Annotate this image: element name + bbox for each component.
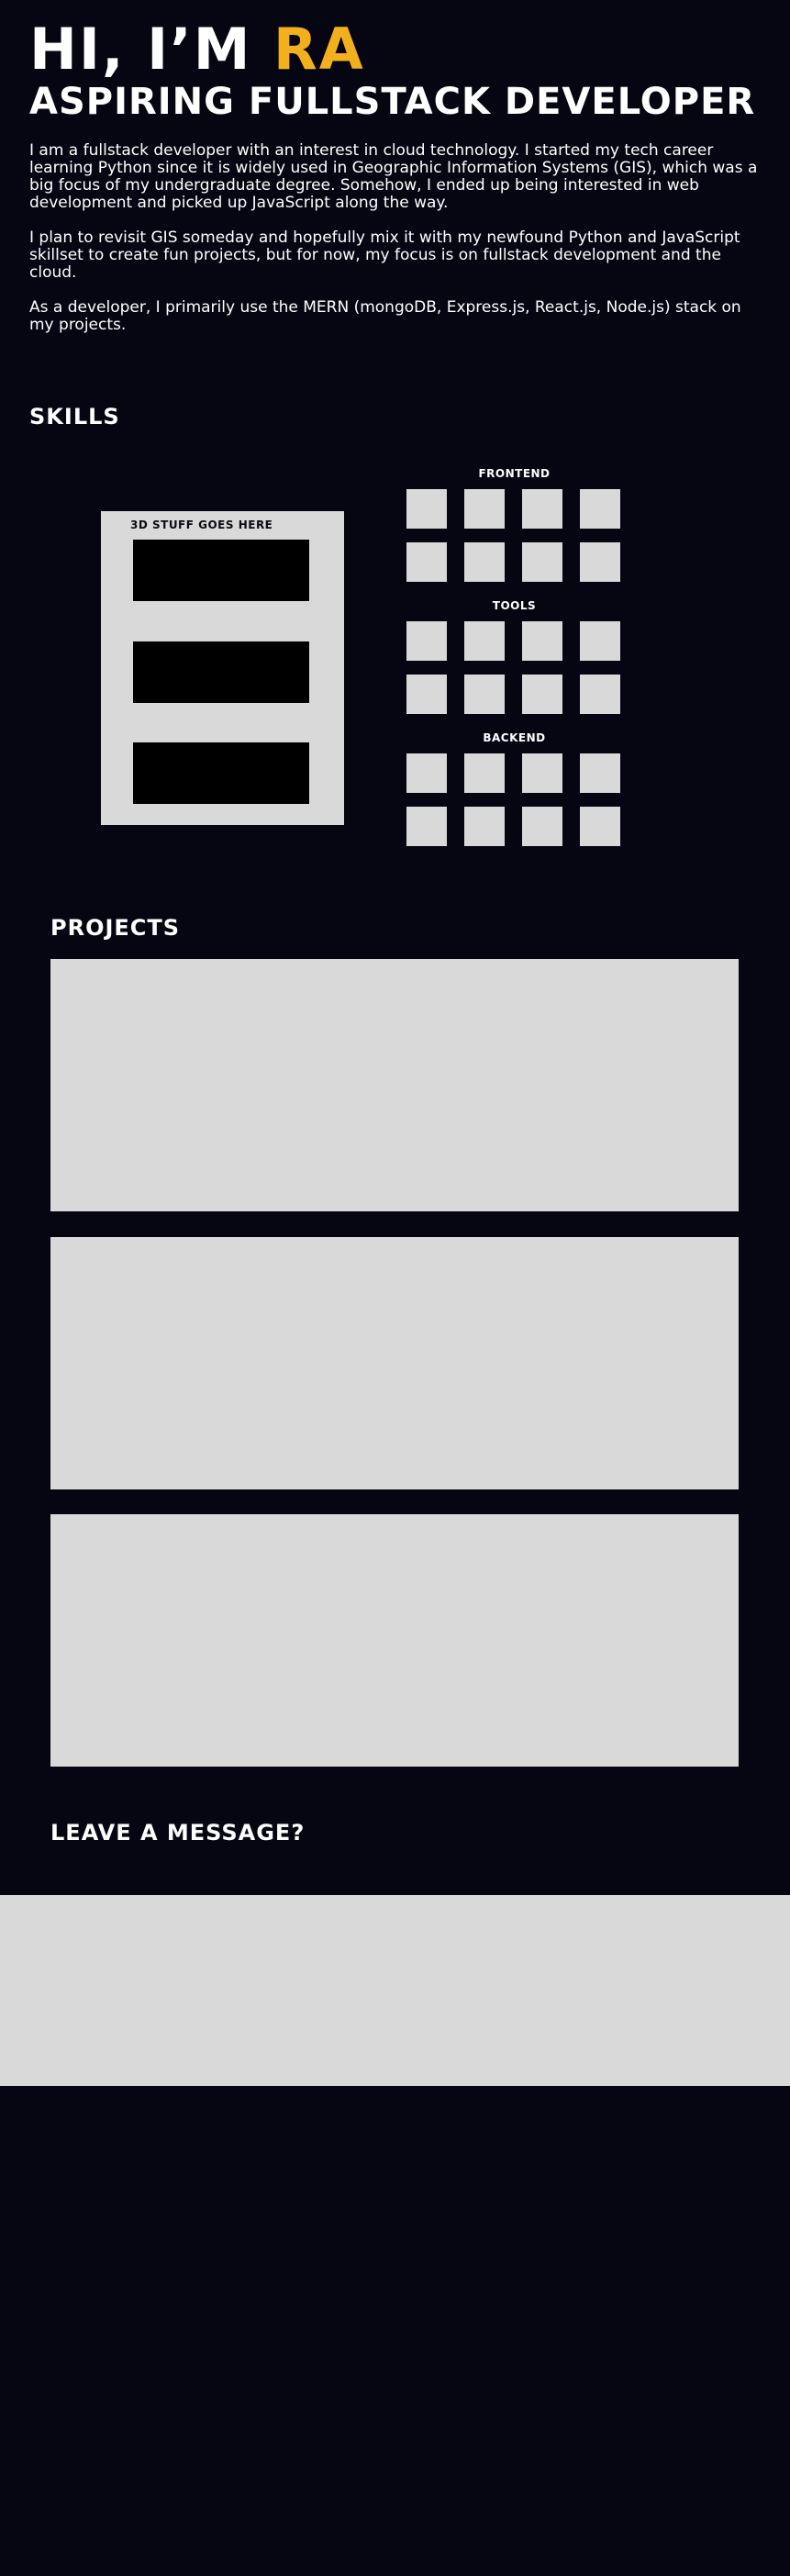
skill-icon-tile xyxy=(406,807,447,846)
skill-icon-tile xyxy=(464,807,505,846)
skill-icon-tile xyxy=(522,621,562,661)
skill-icon-tile xyxy=(522,807,562,846)
skill-icon-tile xyxy=(464,542,505,582)
3d-placeholder-block xyxy=(133,641,309,703)
skill-grid-backend xyxy=(406,753,622,846)
skill-icon-tile xyxy=(522,753,562,793)
about-paragraph-1: I am a fullstack developer with an inter… xyxy=(29,141,758,212)
hero-title: HI, I’M RA xyxy=(29,18,763,81)
message-title: LEAVE A MESSAGE? xyxy=(50,1820,306,1846)
skill-icon-tile xyxy=(522,489,562,529)
skill-icon-tile xyxy=(464,753,505,793)
hero-subtitle: ASPIRING FULLSTACK DEVELOPER xyxy=(29,81,756,123)
project-card[interactable] xyxy=(50,1514,739,1767)
skill-icon-tile xyxy=(580,807,620,846)
hero-section: HI, I’M RA ASPIRING FULLSTACK DEVELOPER xyxy=(29,18,763,124)
skill-icon-tile xyxy=(464,621,505,661)
skill-icon-tile xyxy=(580,542,620,582)
project-card[interactable] xyxy=(50,959,739,1211)
about-section: I am a fullstack developer with an inter… xyxy=(29,142,763,351)
skill-icon-tile xyxy=(406,621,447,661)
3d-placeholder-panel: 3D STUFF GOES HERE xyxy=(101,511,344,825)
skill-icon-tile xyxy=(580,753,620,793)
projects-title: PROJECTS xyxy=(50,915,181,941)
skill-icon-tile xyxy=(522,675,562,714)
skill-group-label-backend: BACKEND xyxy=(483,731,546,744)
skill-icon-tile xyxy=(464,675,505,714)
skill-icon-tile xyxy=(406,675,447,714)
3d-placeholder-label: 3D STUFF GOES HERE xyxy=(130,519,273,531)
hero-greeting: HI, I’M xyxy=(29,16,273,83)
project-card[interactable] xyxy=(50,1237,739,1489)
skill-icon-tile xyxy=(406,542,447,582)
skill-icon-tile xyxy=(580,621,620,661)
skills-title: SKILLS xyxy=(29,404,120,429)
skill-icon-tile xyxy=(580,675,620,714)
skill-grid-frontend xyxy=(406,489,622,582)
skill-grid-tools xyxy=(406,621,622,714)
skill-icon-tile xyxy=(580,489,620,529)
skill-icon-tile xyxy=(522,542,562,582)
skill-icon-tile xyxy=(406,753,447,793)
skill-group-label-tools: TOOLS xyxy=(492,599,537,612)
message-form-panel[interactable] xyxy=(0,1895,790,2086)
skill-icon-tile xyxy=(406,489,447,529)
3d-placeholder-block xyxy=(133,540,309,601)
about-paragraph-2: I plan to revisit GIS someday and hopefu… xyxy=(29,229,740,282)
skill-icon-tile xyxy=(464,489,505,529)
hero-name: RA xyxy=(273,16,365,83)
skill-group-label-frontend: FRONTEND xyxy=(478,467,551,480)
about-paragraph-3: As a developer, I primarily use the MERN… xyxy=(29,298,741,334)
3d-placeholder-block xyxy=(133,742,309,804)
